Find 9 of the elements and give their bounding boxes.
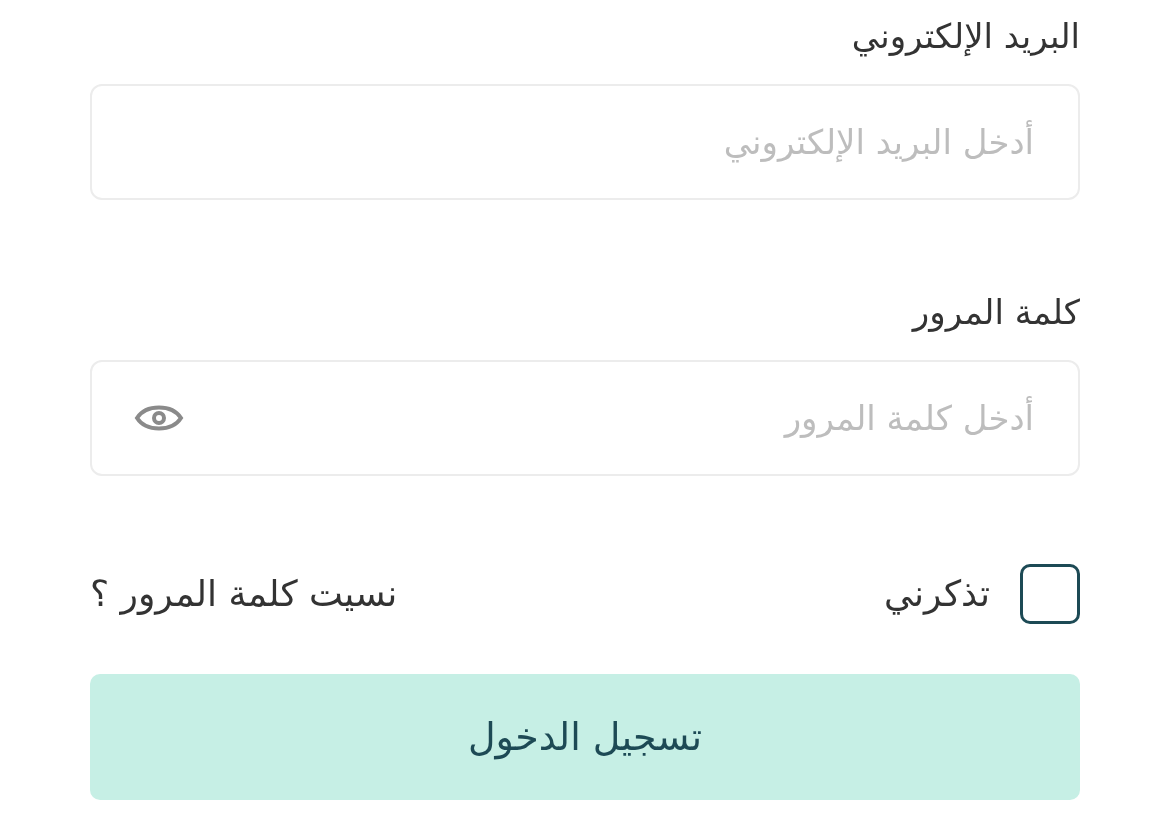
placeholder-text: أدخل البريد الإلكتروني bbox=[723, 119, 1034, 165]
placeholder-text: أدخل كلمة المرور bbox=[784, 395, 1034, 440]
forgot-password-link[interactable]: نسيت كلمة المرور ؟ bbox=[90, 567, 398, 621]
remember-label: تذكرني bbox=[884, 572, 990, 617]
field-label: البريد الإلكتروني bbox=[851, 15, 1080, 59]
remember-checkbox[interactable] bbox=[1020, 564, 1080, 624]
field-label: كلمة المرور bbox=[912, 291, 1080, 334]
login-button[interactable]: تسجيل الدخول bbox=[90, 674, 1080, 800]
password-field[interactable] bbox=[90, 360, 1080, 476]
